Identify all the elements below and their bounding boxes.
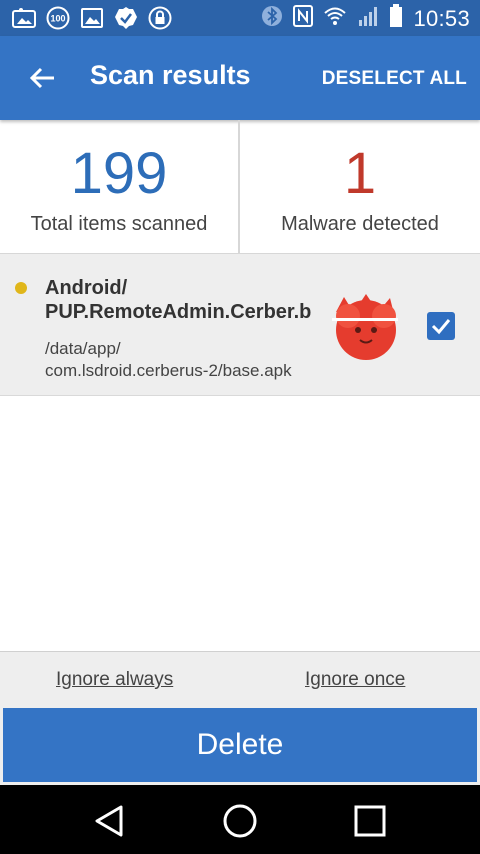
malware-path-line1: /data/app/ xyxy=(45,339,121,358)
malware-name-line1: Android/ xyxy=(45,277,128,299)
page-title: Scan results xyxy=(90,60,251,90)
system-nav-bar xyxy=(0,785,480,854)
select-checkbox[interactable] xyxy=(427,312,455,340)
bluetooth-icon xyxy=(261,5,283,32)
status-bar: 100 10:53 xyxy=(0,0,480,36)
nav-recents-icon[interactable] xyxy=(350,801,390,841)
malware-path: /data/app/ com.lsdroid.cerberus-2/base.a… xyxy=(45,338,325,382)
scan-stats: 199 Total items scanned 1 Malware detect… xyxy=(0,120,480,254)
malware-name-line2: PUP.RemoteAdmin.Cerber.b xyxy=(45,301,312,323)
wifi-icon xyxy=(323,6,347,31)
lock-icon xyxy=(148,6,172,30)
malware-detected-label: Malware detected xyxy=(281,213,439,235)
cerberus-app-icon xyxy=(328,292,400,362)
total-scanned-value: 199 xyxy=(70,141,168,206)
battery-100-icon: 100 xyxy=(46,6,70,30)
severity-dot xyxy=(15,282,27,294)
total-scanned-label: Total items scanned xyxy=(30,213,208,235)
delete-button[interactable]: Delete xyxy=(3,708,477,782)
back-arrow-icon[interactable] xyxy=(24,60,60,96)
malware-detected-value: 1 xyxy=(343,141,377,206)
check-badge-icon xyxy=(114,6,138,30)
malware-detected-stat: 1 Malware detected xyxy=(240,120,480,253)
signal-icon xyxy=(357,5,379,32)
checkmark-icon xyxy=(431,319,451,335)
app-bar: Scan results DESELECT ALL xyxy=(0,36,480,120)
action-bar: Ignore always Ignore once Delete xyxy=(0,651,480,786)
list-item[interactable]: Android/ PUP.RemoteAdmin.Cerber.b /data/… xyxy=(0,254,480,396)
ignore-once-link[interactable]: Ignore once xyxy=(305,669,405,691)
nav-back-icon[interactable] xyxy=(89,801,129,841)
nav-home-icon[interactable] xyxy=(220,801,260,841)
badge-100-text: 100 xyxy=(50,14,65,24)
total-scanned-stat: 199 Total items scanned xyxy=(0,120,240,253)
malware-name: Android/ PUP.RemoteAdmin.Cerber.b xyxy=(45,276,325,324)
deselect-all-button[interactable]: DESELECT ALL xyxy=(322,68,467,90)
malware-path-line2: com.lsdroid.cerberus-2/base.apk xyxy=(45,361,292,380)
gallery-icon xyxy=(80,6,104,30)
nfc-icon xyxy=(293,5,314,32)
photo-message-icon xyxy=(12,6,36,30)
clock: 10:53 xyxy=(413,5,470,31)
battery-icon xyxy=(389,4,403,33)
ignore-always-link[interactable]: Ignore always xyxy=(56,669,173,691)
